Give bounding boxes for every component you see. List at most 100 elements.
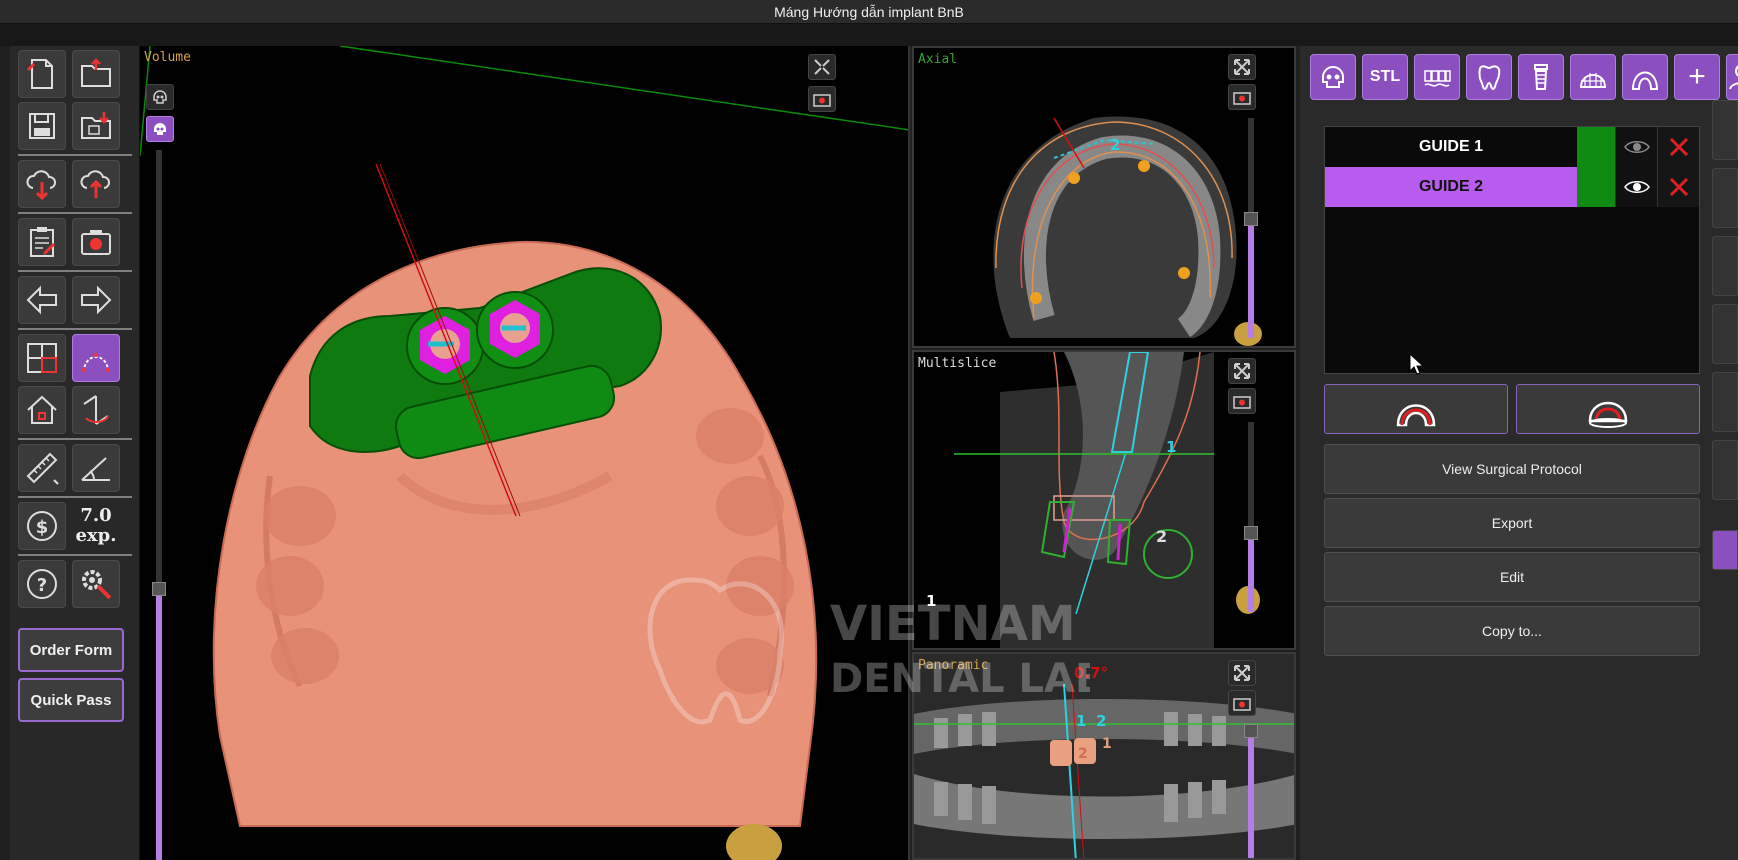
side-tab-stl[interactable]: [1712, 168, 1738, 228]
layout-button[interactable]: [18, 334, 66, 382]
volume-maximize-button[interactable]: [808, 54, 836, 80]
side-tab-tooth[interactable]: [1712, 304, 1738, 364]
new-file-button[interactable]: [18, 50, 66, 98]
slider-knob[interactable]: [1244, 526, 1258, 540]
guide-row[interactable]: GUIDE 1: [1325, 127, 1701, 167]
multislice-maximize-button[interactable]: [1228, 358, 1256, 384]
cloud-download-button[interactable]: [18, 160, 66, 208]
screenshot-button[interactable]: [72, 218, 120, 266]
panoramic-slider[interactable]: [1244, 724, 1258, 858]
right-panel: STL + GUIDE 1 GUIDE 2 View Surgical Prot…: [1300, 46, 1738, 860]
panoramic-label: Panoramic: [918, 658, 989, 673]
axial-slice-slider[interactable]: [1244, 118, 1258, 338]
guide-color-swatch[interactable]: [1577, 127, 1615, 167]
eye-icon: [1623, 181, 1650, 193]
view-surgical-protocol-button[interactable]: View Surgical Protocol: [1324, 444, 1700, 494]
axial-maximize-button[interactable]: [1228, 54, 1256, 80]
module-teeth-row-button[interactable]: [1414, 54, 1460, 100]
module-implant-button[interactable]: [1518, 54, 1564, 100]
module-add-button[interactable]: +: [1674, 54, 1720, 100]
open-folder-button[interactable]: [72, 50, 120, 98]
expand-arrows-icon: [1234, 59, 1250, 75]
multislice-number-1: 1: [1166, 438, 1176, 456]
guide-color-swatch[interactable]: [1577, 167, 1615, 207]
panoramic-maximize-button[interactable]: [1228, 660, 1256, 686]
volume-threshold-slider[interactable]: [152, 150, 166, 860]
guide-delete-button[interactable]: [1657, 127, 1699, 167]
slider-knob[interactable]: [152, 582, 166, 596]
arch-grid-icon: [1579, 73, 1607, 88]
view-surgical-protocol-label: View Surgical Protocol: [1442, 461, 1582, 477]
credits-value: 7.0: [80, 505, 112, 526]
multislice-slider[interactable]: [1244, 422, 1258, 612]
multislice-bottom-number: 1: [926, 592, 936, 610]
home-view-button[interactable]: [18, 386, 66, 434]
skull-active-button[interactable]: [146, 116, 174, 142]
guide-visibility-toggle[interactable]: [1615, 127, 1657, 167]
quick-pass-button[interactable]: Quick Pass: [18, 678, 124, 722]
export-button[interactable]: Export: [1324, 498, 1700, 548]
svg-text:?: ?: [37, 575, 47, 596]
volume-3d-render: [140, 46, 908, 860]
help-button[interactable]: ?: [18, 560, 66, 608]
cloud-upload-button[interactable]: [72, 160, 120, 208]
measure-distance-button[interactable]: [18, 444, 66, 492]
guide-visibility-toggle[interactable]: [1615, 167, 1657, 207]
side-tab-implant[interactable]: [1712, 372, 1738, 432]
guide-row-selected[interactable]: GUIDE 2: [1325, 167, 1701, 207]
volume-viewport[interactable]: Volume: [140, 46, 910, 860]
module-user-button[interactable]: [1726, 54, 1738, 100]
expand-arrows-icon: [1234, 363, 1250, 379]
module-guide-arch-button[interactable]: [1622, 54, 1668, 100]
edit-button[interactable]: Edit: [1324, 552, 1700, 602]
settings-button[interactable]: [72, 560, 120, 608]
side-tab-guide-active[interactable]: [1712, 530, 1738, 570]
panoramic-viewport[interactable]: 0.7° 1 2 2 1 Panoramic: [912, 652, 1296, 860]
arch-base-guide-icon: [1588, 401, 1628, 428]
multislice-snapshot-button[interactable]: [1228, 388, 1256, 414]
window-title: Máng Hướng dẫn implant BnB: [774, 3, 964, 20]
expand-arrows-icon: [1234, 665, 1250, 681]
module-skull-button[interactable]: [1310, 54, 1356, 100]
save-button[interactable]: [18, 102, 66, 150]
slider-knob[interactable]: [1244, 212, 1258, 226]
dollar-coin-icon: $: [27, 511, 57, 541]
measure-angle-button[interactable]: [72, 444, 120, 492]
report-button[interactable]: [18, 218, 66, 266]
guide-delete-button[interactable]: [1657, 167, 1699, 207]
copy-to-button[interactable]: Copy to...: [1324, 606, 1700, 656]
skull-toggle-button[interactable]: [146, 84, 174, 110]
folder-open-icon: [81, 58, 111, 87]
protractor-icon: [81, 457, 110, 481]
camera-icon: [813, 94, 831, 107]
rotate-view-button[interactable]: [72, 386, 120, 434]
panoramic-snapshot-button[interactable]: [1228, 690, 1256, 716]
user-icon: [1729, 65, 1738, 90]
clipboard-edit-icon: [30, 227, 56, 257]
multislice-viewport[interactable]: 1 2 1 Multislice: [912, 350, 1296, 650]
credits-button[interactable]: $: [18, 502, 66, 550]
module-arch-grid-button[interactable]: [1570, 54, 1616, 100]
redo-button[interactable]: [72, 276, 120, 324]
module-tooth-button[interactable]: [1466, 54, 1512, 100]
arch-curve-button[interactable]: [72, 334, 120, 382]
export-label: Export: [1491, 515, 1533, 531]
camera-icon: [81, 230, 111, 255]
axial-snapshot-button[interactable]: [1228, 84, 1256, 110]
undo-button[interactable]: [18, 276, 66, 324]
side-tab-skull[interactable]: [1712, 100, 1738, 160]
side-tab-teeth[interactable]: [1712, 236, 1738, 296]
help-question-icon: ?: [27, 569, 57, 599]
module-stl-button[interactable]: STL: [1362, 54, 1408, 100]
skull-icon: [153, 90, 167, 104]
save-as-button[interactable]: [72, 102, 120, 150]
svg-text:$: $: [36, 517, 49, 538]
slider-knob[interactable]: [1244, 724, 1258, 738]
volume-snapshot-button[interactable]: [808, 86, 836, 112]
guide-arch-icon: [1631, 71, 1659, 90]
guide-upper-shape-button[interactable]: [1324, 384, 1508, 434]
axial-viewport[interactable]: 2 Axial: [912, 46, 1296, 348]
guide-lower-shape-button[interactable]: [1516, 384, 1700, 434]
side-tab-guide[interactable]: [1712, 440, 1738, 500]
order-form-button[interactable]: Order Form: [18, 628, 124, 672]
